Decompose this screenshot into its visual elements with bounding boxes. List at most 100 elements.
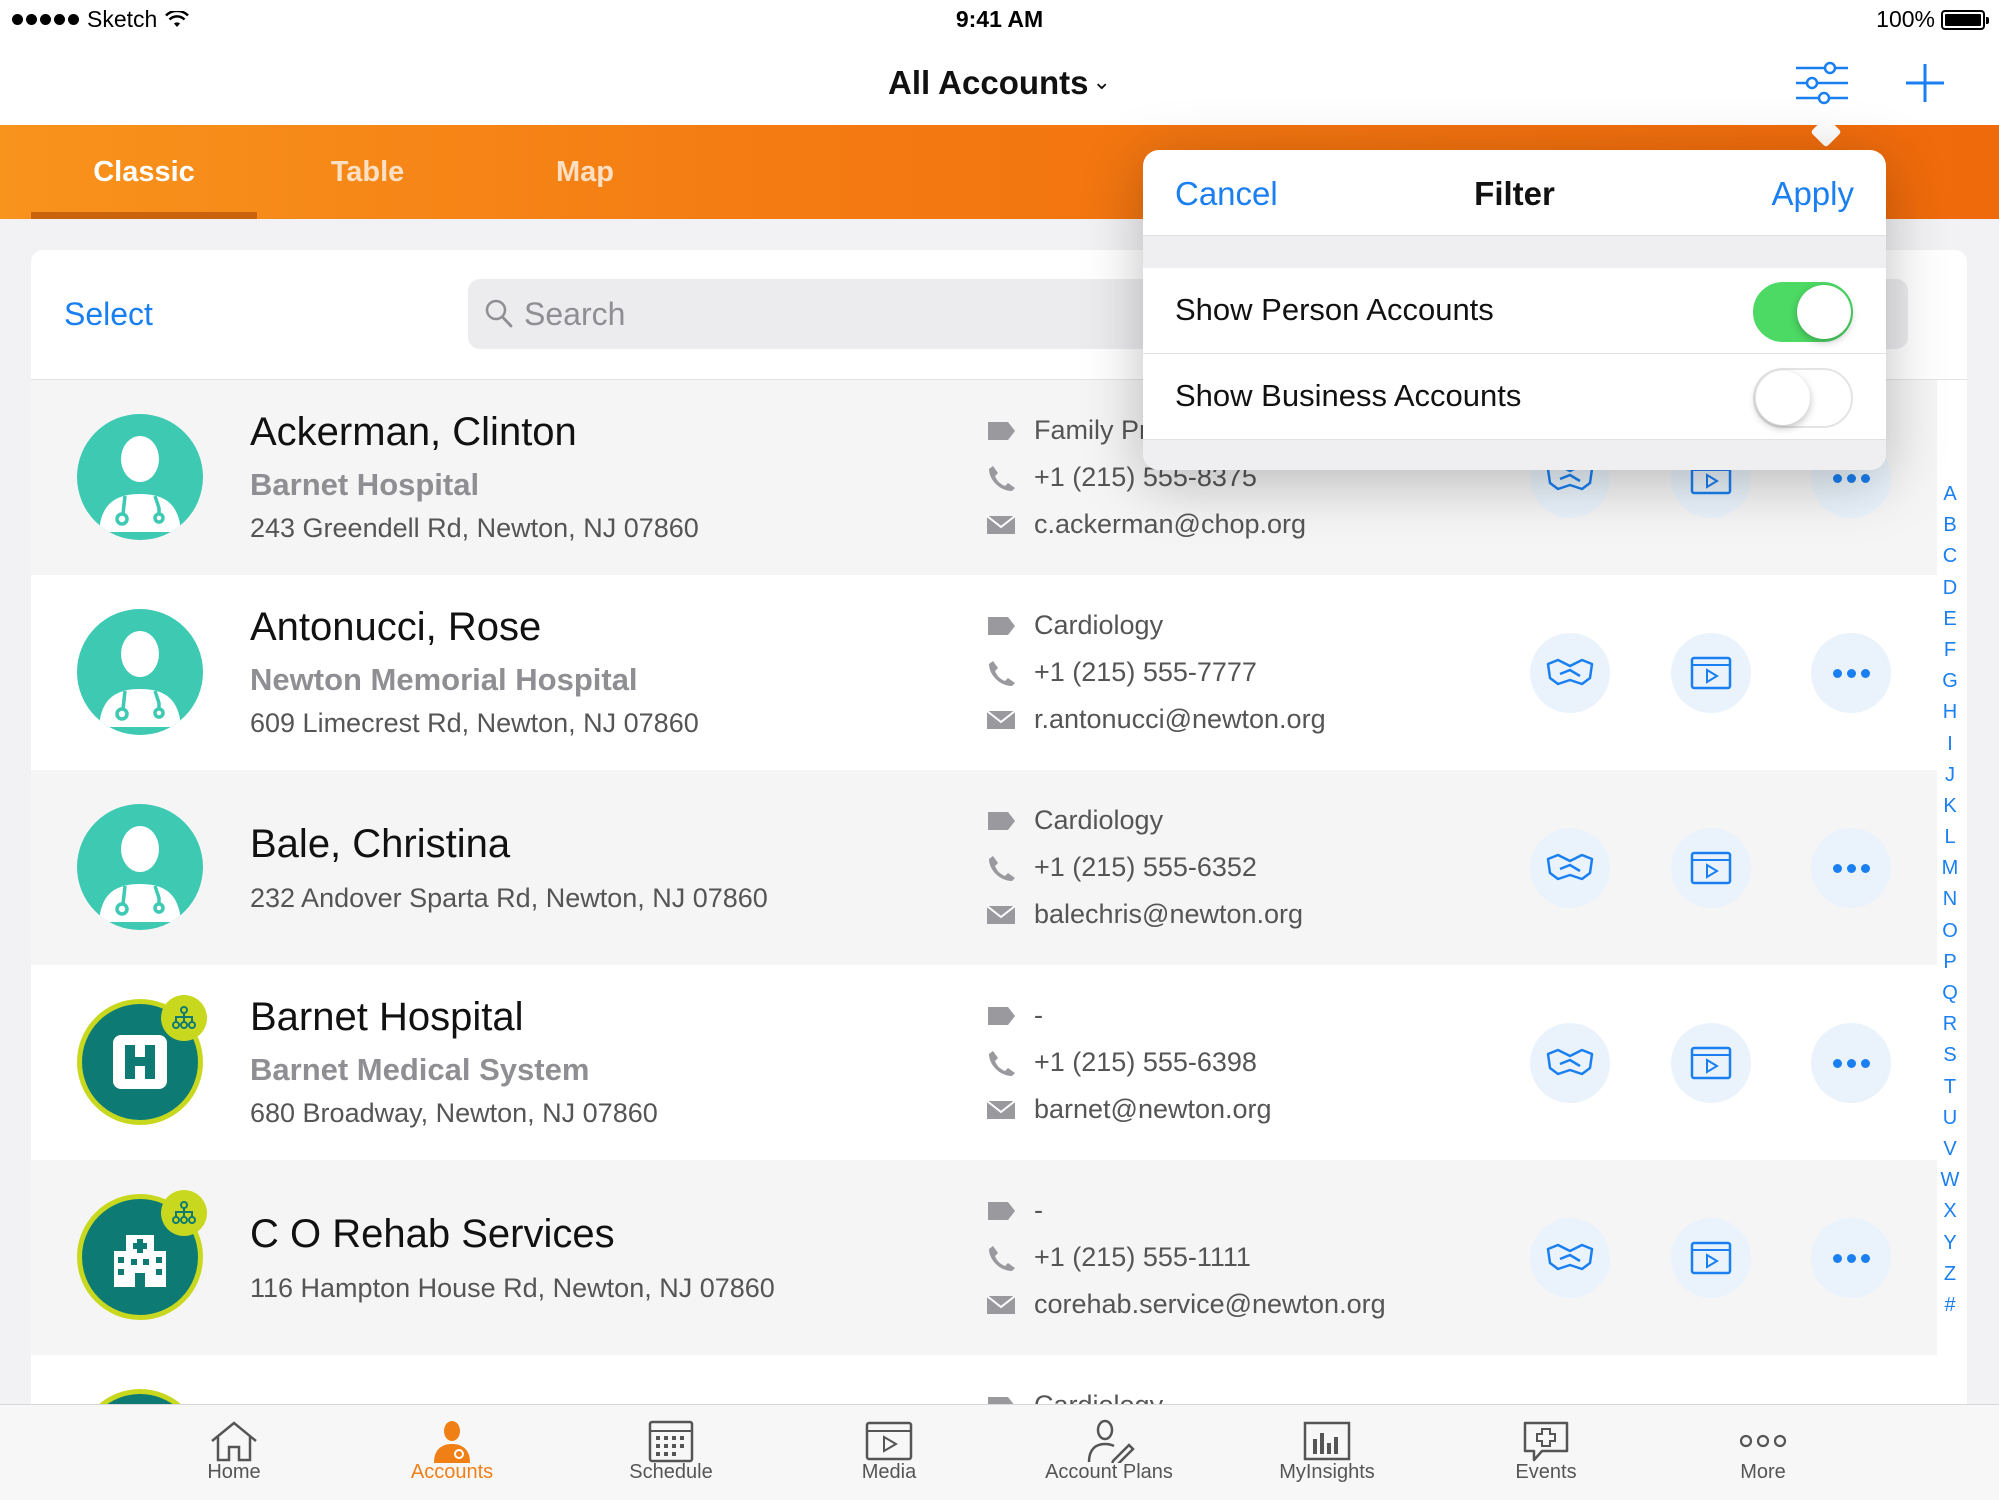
handshake-button[interactable] xyxy=(1530,828,1610,908)
email-line[interactable]: balechris@newton.org xyxy=(986,899,1303,930)
index-letter[interactable]: H xyxy=(1935,697,1965,728)
tab-account-plans[interactable]: Account Plans xyxy=(1009,1405,1209,1500)
index-letter[interactable]: J xyxy=(1935,760,1965,791)
filter-option-person-accounts: Show Person Accounts xyxy=(1143,268,1886,354)
list-item[interactable]: Bale, Christina 232 Andover Sparta Rd, N… xyxy=(31,770,1937,965)
ellipsis-icon xyxy=(1832,473,1870,483)
tab-myinsights[interactable]: MyInsights xyxy=(1227,1405,1427,1500)
tab-label: Account Plans xyxy=(1045,1461,1173,1483)
handshake-button[interactable] xyxy=(1530,1023,1610,1103)
handshake-button[interactable] xyxy=(1530,633,1610,713)
apply-button[interactable]: Apply xyxy=(1771,175,1854,213)
popover-header: Filter Cancel Apply xyxy=(1143,150,1886,236)
index-letter[interactable]: Y xyxy=(1935,1228,1965,1259)
email-line[interactable]: barnet@newton.org xyxy=(986,1094,1272,1125)
index-letter[interactable]: O xyxy=(1935,916,1965,947)
tab-classic[interactable]: Classic xyxy=(31,125,257,219)
phone-text: +1 (215) 555-7777 xyxy=(1034,657,1257,687)
index-letter[interactable]: Q xyxy=(1935,978,1965,1009)
person-accounts-toggle[interactable] xyxy=(1753,282,1853,342)
account-address: 232 Andover Sparta Rd, Newton, NJ 07860 xyxy=(250,883,768,913)
media-button[interactable] xyxy=(1671,1023,1751,1103)
account-name: Antonucci, Rose xyxy=(250,605,542,649)
tab-events[interactable]: Events xyxy=(1446,1405,1646,1500)
email-line[interactable]: r.antonucci@newton.org xyxy=(986,704,1326,735)
index-letter[interactable]: S xyxy=(1935,1040,1965,1071)
index-letter[interactable]: K xyxy=(1935,791,1965,822)
index-letter[interactable]: I xyxy=(1935,729,1965,760)
index-letter[interactable]: G xyxy=(1935,666,1965,697)
specialty-text: Cardiology xyxy=(1034,610,1164,640)
index-letter[interactable]: W xyxy=(1935,1165,1965,1196)
index-letter[interactable]: U xyxy=(1935,1103,1965,1134)
phone-line[interactable]: +1 (215) 555-1111 xyxy=(986,1242,1251,1273)
list-item[interactable]: Barnet Hospital Barnet Medical System 68… xyxy=(31,965,1937,1160)
tab-schedule[interactable]: Schedule xyxy=(571,1405,771,1500)
phone-line[interactable]: +1 (215) 555-6352 xyxy=(986,852,1257,883)
filter-icon[interactable] xyxy=(1794,58,1850,108)
more-actions-button[interactable] xyxy=(1811,633,1891,713)
media-button[interactable] xyxy=(1671,828,1751,908)
specialty-line: - xyxy=(986,1195,1043,1226)
account-org: Barnet Medical System xyxy=(250,1052,590,1087)
status-time: 9:41 AM xyxy=(955,6,1044,32)
index-letter[interactable]: P xyxy=(1935,947,1965,978)
tab-media[interactable]: Media xyxy=(789,1405,989,1500)
index-letter[interactable]: C xyxy=(1935,541,1965,572)
index-letter[interactable]: E xyxy=(1935,604,1965,635)
business-accounts-toggle[interactable] xyxy=(1753,368,1853,428)
media-button[interactable] xyxy=(1671,1218,1751,1298)
account-address: 116 Hampton House Rd, Newton, NJ 07860 xyxy=(250,1273,775,1303)
index-letter[interactable]: V xyxy=(1935,1134,1965,1165)
index-letter[interactable]: F xyxy=(1935,635,1965,666)
more-actions-button[interactable] xyxy=(1811,1023,1891,1103)
list-item[interactable]: Cardiology xyxy=(31,1355,1937,1410)
option-label: Show Person Accounts xyxy=(1175,292,1494,327)
handshake-icon xyxy=(1546,1243,1594,1271)
phone-icon xyxy=(986,464,1024,492)
battery-group: 100% xyxy=(1876,6,1989,33)
index-letter[interactable]: D xyxy=(1935,573,1965,604)
email-line[interactable]: corehab.service@newton.org xyxy=(986,1289,1386,1320)
phone-line[interactable]: +1 (215) 555-7777 xyxy=(986,657,1257,688)
tab-map[interactable]: Map xyxy=(530,125,640,219)
battery-percent: 100% xyxy=(1876,6,1935,32)
index-letter[interactable]: R xyxy=(1935,1009,1965,1040)
index-letter[interactable]: B xyxy=(1935,510,1965,541)
more-actions-button[interactable] xyxy=(1811,828,1891,908)
more-actions-button[interactable] xyxy=(1811,1218,1891,1298)
section-spacer xyxy=(1143,236,1886,268)
tab-home[interactable]: Home xyxy=(134,1405,334,1500)
phone-line[interactable]: +1 (215) 555-6398 xyxy=(986,1047,1257,1078)
index-letter[interactable]: A xyxy=(1935,479,1965,510)
tag-icon xyxy=(986,1200,1024,1222)
index-letter[interactable]: X xyxy=(1935,1196,1965,1227)
email-line[interactable]: c.ackerman@chop.org xyxy=(986,509,1306,540)
index-letter[interactable]: # xyxy=(1935,1290,1965,1321)
list-item[interactable]: C O Rehab Services 116 Hampton House Rd,… xyxy=(31,1160,1937,1355)
alphabet-index[interactable]: A B C D E F G H I J K L M N O P Q R S T U V W X Y Z # xyxy=(1935,479,1965,1321)
mail-icon xyxy=(986,1294,1024,1316)
media-icon xyxy=(1690,1046,1732,1080)
list-item[interactable]: Antonucci, Rose Newton Memorial Hospital… xyxy=(31,575,1937,770)
index-letter[interactable]: Z xyxy=(1935,1259,1965,1290)
tag-icon xyxy=(986,615,1024,637)
handshake-button[interactable] xyxy=(1530,1218,1610,1298)
select-button[interactable]: Select xyxy=(64,296,153,333)
tab-accounts[interactable]: Accounts xyxy=(352,1405,552,1500)
handshake-icon xyxy=(1546,853,1594,881)
account-address: 609 Limecrest Rd, Newton, NJ 07860 xyxy=(250,708,699,738)
chevron-down-icon: ⌄ xyxy=(1092,69,1111,94)
tab-table[interactable]: Table xyxy=(300,125,435,219)
index-letter[interactable]: T xyxy=(1935,1072,1965,1103)
cancel-button[interactable]: Cancel xyxy=(1175,175,1278,213)
tab-more[interactable]: More xyxy=(1663,1405,1863,1500)
account-view-selector[interactable]: All Accounts ⌄ xyxy=(0,64,1999,102)
index-letter[interactable]: M xyxy=(1935,853,1965,884)
index-letter[interactable]: N xyxy=(1935,884,1965,915)
add-icon[interactable] xyxy=(1904,62,1946,104)
media-button[interactable] xyxy=(1671,633,1751,713)
email-text: barnet@newton.org xyxy=(1034,1094,1272,1124)
account-address: 243 Greendell Rd, Newton, NJ 07860 xyxy=(250,513,699,543)
index-letter[interactable]: L xyxy=(1935,822,1965,853)
